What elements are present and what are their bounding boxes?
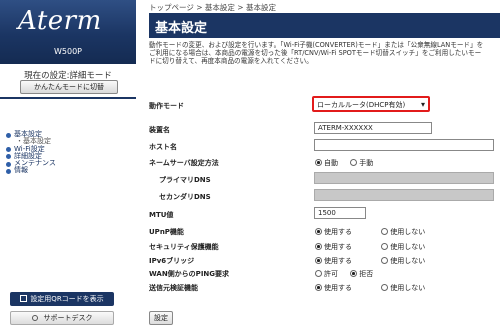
upnp-label: UPnP機能 — [149, 228, 184, 236]
radio-unselected[interactable] — [350, 159, 358, 166]
upnp-not-use-option[interactable]: 使用しない — [381, 227, 425, 237]
mtu-label: MTU値 — [149, 211, 174, 219]
main-content: トップページ > 基本設定 > 基本設定 基本設定 動作モードの変更、および設定… — [149, 0, 500, 329]
page-title: 基本設定 — [155, 21, 208, 36]
ipv6-label: IPv6ブリッジ — [149, 257, 195, 265]
radio-selected[interactable] — [315, 257, 322, 264]
ipv6-not-use-option[interactable]: 使用しない — [381, 256, 425, 266]
chevron-down-icon: ▾ — [420, 100, 425, 109]
breadcrumb[interactable]: トップページ > 基本設定 > 基本設定 — [149, 2, 276, 13]
mode-select[interactable]: ローカルルータ(DHCP有効) ▾ — [312, 96, 430, 112]
primary-dns-field — [314, 172, 494, 184]
radio-selected[interactable] — [315, 159, 322, 166]
easy-mode-button[interactable]: かんたんモードに切替 — [20, 80, 118, 94]
support-desk-button[interactable]: サポートデスク — [10, 311, 114, 325]
device-name-field[interactable]: ATERM-XXXXXX — [314, 122, 432, 134]
sidebar-divider — [0, 97, 136, 99]
bullet-icon — [6, 161, 11, 167]
mode-select-value: ローカルルータ(DHCP有効) — [317, 101, 406, 109]
support-icon — [31, 315, 38, 321]
title-bar: 基本設定 — [149, 13, 500, 38]
checksum-radio-group: 使用する 使用しない — [315, 283, 435, 293]
security-not-use-option[interactable]: 使用しない — [381, 242, 425, 252]
bullet-icon — [6, 132, 11, 138]
secondary-dns-label: セカンダリDNS — [159, 193, 211, 201]
bullet-icon — [6, 168, 11, 174]
radio-selected[interactable] — [315, 284, 322, 291]
set-button[interactable]: 設定 — [149, 311, 173, 325]
secondary-dns-field — [314, 189, 494, 201]
ipv6-use-option[interactable]: 使用する — [315, 256, 369, 266]
sidebar-nav: 基本設定 ・基本設定 Wi-Fi設定 詳細設定 メンテナンス 情報 — [6, 130, 56, 175]
security-label: セキュリティ保護機能 — [149, 243, 219, 251]
radio-unselected[interactable] — [315, 270, 322, 277]
ipv6-radio-group: 使用する 使用しない — [315, 256, 435, 266]
mtu-field[interactable]: 1500 — [314, 207, 366, 219]
ping-radio-group: 許可 拒否 — [315, 269, 383, 279]
description-text: 動作モードの変更、および設定を行います。「Wi-Fi子機(CONVERTER)モ… — [149, 41, 484, 65]
dns-method-radio-group: 自動 手動 — [315, 158, 383, 168]
aterm-logo: Aterm — [18, 6, 102, 36]
upnp-radio-group: 使用する 使用しない — [315, 227, 435, 237]
bullet-icon — [6, 147, 11, 153]
checksum-use-option[interactable]: 使用する — [315, 283, 369, 293]
checksum-label: 送信元検証機能 — [149, 284, 198, 292]
dns-auto-option[interactable]: 自動 — [315, 158, 338, 168]
host-name-field[interactable] — [314, 139, 494, 151]
host-name-label: ホスト名 — [149, 143, 177, 151]
radio-unselected[interactable] — [381, 257, 389, 264]
ping-allow-option[interactable]: 許可 — [315, 269, 338, 279]
radio-selected[interactable] — [315, 243, 322, 250]
checksum-not-use-option[interactable]: 使用しない — [381, 283, 425, 293]
device-name-label: 装置名 — [149, 126, 170, 134]
model-name: W500P — [53, 47, 82, 56]
radio-unselected[interactable] — [381, 243, 389, 250]
radio-unselected[interactable] — [381, 284, 389, 291]
qr-code-icon — [20, 295, 28, 302]
primary-dns-label: プライマリDNS — [159, 176, 211, 184]
radio-selected[interactable] — [350, 270, 358, 277]
radio-unselected[interactable] — [381, 228, 389, 235]
upnp-use-option[interactable]: 使用する — [315, 227, 369, 237]
sidebar: Aterm W500P 現在の設定:詳細モード かんたんモードに切替 基本設定 … — [0, 0, 136, 329]
ping-label: WAN側からのPING要求 — [149, 270, 230, 278]
security-radio-group: 使用する 使用しない — [315, 242, 435, 252]
security-use-option[interactable]: 使用する — [315, 242, 369, 252]
bullet-icon — [6, 154, 11, 160]
ping-deny-option[interactable]: 拒否 — [350, 269, 373, 279]
dns-manual-option[interactable]: 手動 — [350, 158, 373, 168]
qr-code-button[interactable]: 設定用QRコードを表示 — [10, 292, 114, 306]
nav-item-info[interactable]: 情報 — [6, 167, 56, 174]
radio-selected[interactable] — [315, 228, 322, 235]
logo-area: Aterm W500P — [0, 0, 136, 64]
dns-method-label: ネームサーバ設定方法 — [149, 159, 219, 167]
mode-label: 動作モード — [149, 102, 184, 110]
